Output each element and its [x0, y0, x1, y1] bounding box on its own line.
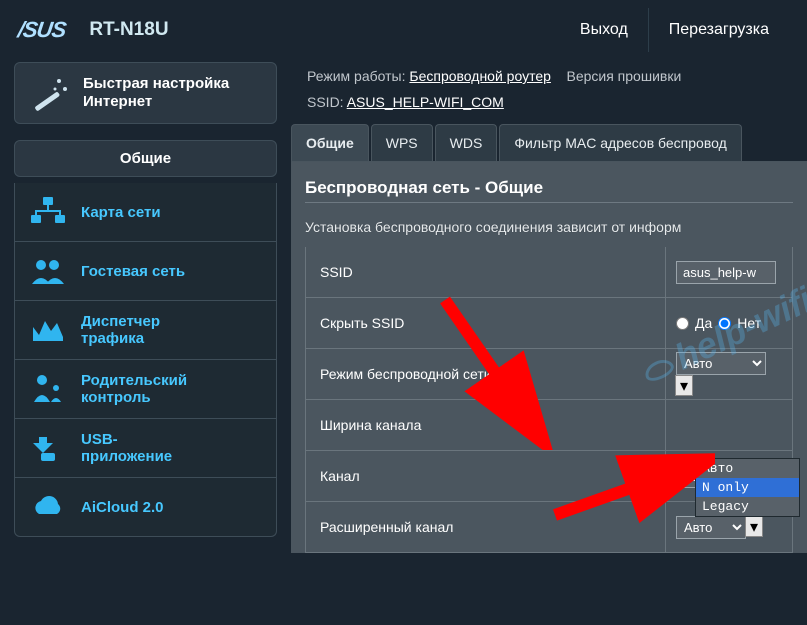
tab-mac-filter[interactable]: Фильтр MAC адресов беспровод — [499, 124, 741, 161]
hide-ssid-yes-radio[interactable] — [676, 317, 689, 330]
guest-network-icon — [29, 254, 67, 288]
sidebar-section-general: Общие — [14, 140, 277, 177]
hide-ssid-no-label: Нет — [737, 315, 761, 331]
hide-ssid-yes-label: Да — [695, 315, 712, 331]
sidebar-item-label: USB- приложение — [81, 431, 172, 465]
model-name: RT-N18U — [89, 19, 560, 41]
sidebar-item-label: AiCloud 2.0 — [81, 499, 164, 516]
cloud-icon — [29, 490, 67, 524]
panel-title: Беспроводная сеть - Общие — [305, 178, 793, 198]
panel-desc: Установка беспроводного соединения завис… — [305, 219, 793, 235]
annotation-arrow-2 — [545, 440, 715, 530]
logout-button[interactable]: Выход — [560, 8, 649, 52]
sidebar-item-aicloud[interactable]: AiCloud 2.0 — [14, 478, 277, 537]
annotation-arrow-1 — [435, 290, 565, 450]
network-map-icon — [29, 195, 67, 229]
tab-bar: Общие WPS WDS Фильтр MAC адресов беспров… — [291, 124, 807, 162]
sidebar-item-traffic-manager[interactable]: Диспетчер трафика — [14, 301, 277, 360]
parental-icon — [29, 372, 67, 406]
tab-general[interactable]: Общие — [291, 124, 369, 161]
sidebar-item-guest-network[interactable]: Гостевая сеть — [14, 242, 277, 301]
reboot-button[interactable]: Перезагрузка — [649, 8, 789, 52]
traffic-icon — [29, 313, 67, 347]
sidebar-item-network-map[interactable]: Карта сети — [14, 183, 277, 242]
tab-wds[interactable]: WDS — [435, 124, 498, 161]
dropdown-arrow-icon[interactable]: ▾ — [675, 375, 693, 396]
header-bar: /SUS RT-N18U Выход Перезагрузка — [0, 0, 807, 52]
sidebar-item-label: Гостевая сеть — [81, 263, 185, 280]
sidebar-item-label: Карта сети — [81, 204, 161, 221]
sidebar-item-parental-control[interactable]: Родительский контроль — [14, 360, 277, 419]
dropdown-arrow-icon[interactable]: ▾ — [745, 516, 763, 537]
ssid-link[interactable]: ASUS_HELP-WIFI_COM — [347, 94, 504, 110]
usb-icon — [29, 431, 67, 465]
mode-link[interactable]: Беспроводной роутер — [409, 68, 551, 84]
meta-row-mode: Режим работы: Беспроводной роутер Версия… — [291, 62, 807, 88]
sidebar-item-usb-app[interactable]: USB- приложение — [14, 419, 277, 478]
sidebar-item-label: Диспетчер трафика — [81, 313, 160, 347]
sidebar-item-label: Родительский контроль — [81, 372, 187, 406]
meta-row-ssid: SSID: ASUS_HELP-WIFI_COM — [291, 88, 807, 114]
hide-ssid-no-radio[interactable] — [718, 317, 731, 330]
brand-logo: /SUS — [16, 17, 67, 43]
wireless-mode-select[interactable]: Авто — [676, 352, 766, 375]
quick-setup-button[interactable]: Быстрая настройка Интернет — [14, 62, 277, 124]
tab-wps[interactable]: WPS — [371, 124, 433, 161]
quick-setup-label: Быстрая настройка Интернет — [83, 75, 229, 111]
ssid-input[interactable] — [676, 261, 776, 284]
wand-icon — [29, 75, 71, 111]
sidebar: Быстрая настройка Интернет Общие Карта с… — [14, 62, 277, 553]
